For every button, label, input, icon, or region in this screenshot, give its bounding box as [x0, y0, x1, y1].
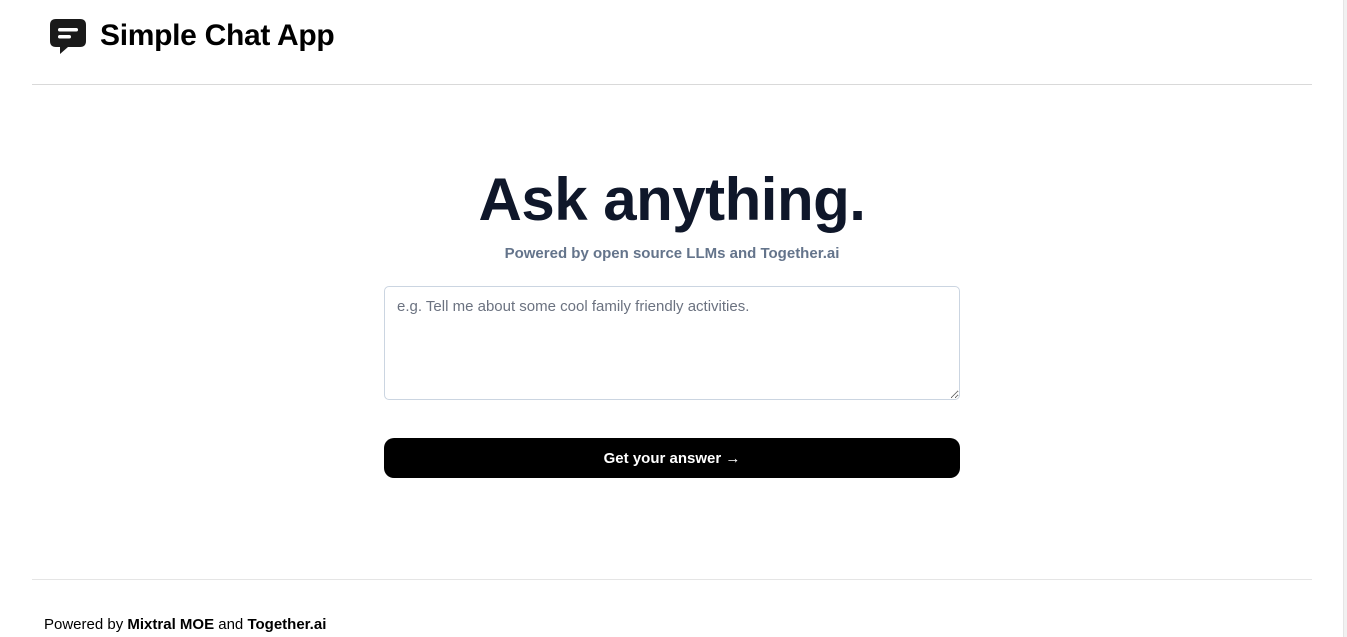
header: Simple Chat App	[32, 0, 1312, 85]
page: Simple Chat App Ask anything. Powered by…	[0, 0, 1347, 637]
app-title: Simple Chat App	[100, 19, 335, 52]
footer-conjunction: and	[218, 616, 244, 633]
footer: Powered by Mixtral MOE and Together.ai	[32, 579, 1312, 637]
chat-bubble-icon	[48, 16, 88, 56]
prompt-input[interactable]	[384, 286, 960, 400]
scrollbar[interactable]	[1343, 0, 1347, 637]
page-title: Ask anything.	[478, 166, 866, 233]
footer-credits: Powered by Mixtral MOE and Together.ai	[44, 616, 326, 633]
page-subtitle: Powered by open source LLMs and Together…	[504, 245, 840, 262]
mixtral-link[interactable]: Mixtral MOE	[127, 616, 214, 633]
footer-prefix: Powered by	[44, 616, 124, 633]
get-answer-button[interactable]: Get your answer →	[384, 438, 960, 478]
brand-link[interactable]: Simple Chat App	[48, 16, 335, 56]
together-ai-link[interactable]: Together.ai	[247, 616, 326, 633]
